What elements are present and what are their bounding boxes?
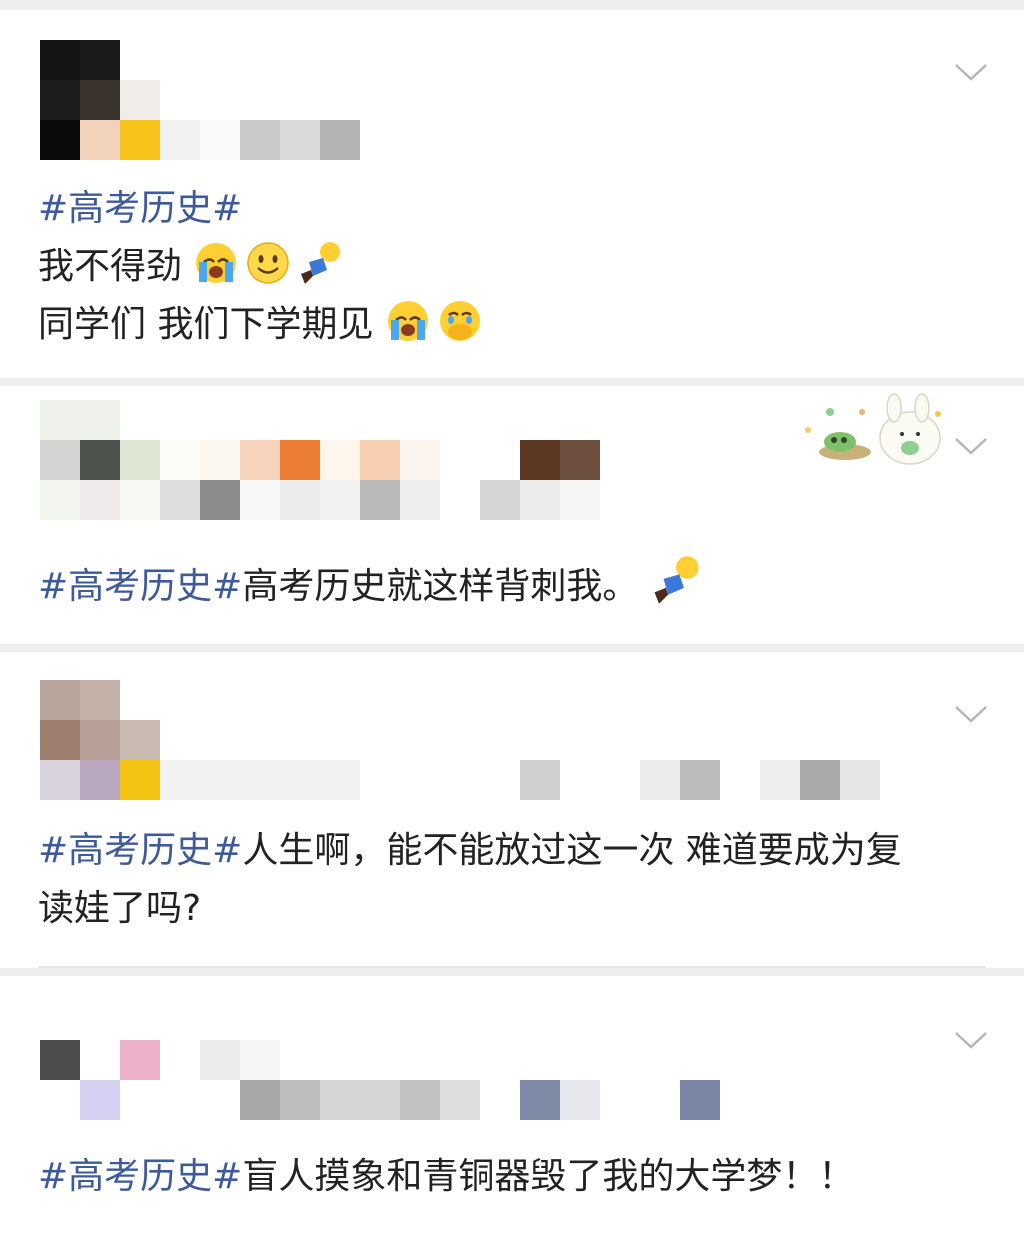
- avatar[interactable]: [40, 1040, 160, 1120]
- hashtag-link[interactable]: #高考历史#: [38, 830, 242, 871]
- bunny-sticker-icon: [805, 393, 941, 465]
- hashtag-link[interactable]: #高考历史#: [38, 566, 242, 607]
- post-4: #高考历史#盲人摸象和青铜器毁了我的大学梦！！: [0, 976, 1024, 1245]
- chevron-down-icon[interactable]: [954, 1030, 988, 1050]
- chevron-down-icon[interactable]: [954, 62, 988, 82]
- post-body-line2: 读娃了吗?: [38, 888, 202, 929]
- post-text: #高考历史# 我不得劲 同学们 我们下学期见: [38, 180, 489, 354]
- post-body: 人生啊，能不能放过这一次 难道要成为复: [242, 830, 902, 871]
- hashtag-link[interactable]: #高考历史#: [38, 188, 242, 229]
- post-text: #高考历史#盲人摸象和青铜器毁了我的大学梦！！: [38, 1148, 854, 1206]
- post-3: #高考历史#人生啊，能不能放过这一次 难道要成为复 读娃了吗?: [0, 652, 1024, 968]
- avatar[interactable]: [40, 40, 160, 160]
- avatar[interactable]: [40, 400, 160, 520]
- chevron-down-icon[interactable]: [954, 704, 988, 724]
- fallen-person-icon: [301, 242, 341, 284]
- post-1: #高考历史# 我不得劲 同学们 我们下学期见: [0, 10, 1024, 378]
- fallen-person-icon: [654, 556, 699, 604]
- smiley-face-icon: [247, 242, 290, 284]
- covering-mouth-face-icon: [439, 301, 480, 341]
- crying-face-icon: [387, 301, 428, 341]
- post-text: #高考历史#人生啊，能不能放过这一次 难道要成为复 读娃了吗?: [38, 822, 902, 938]
- username-blurred[interactable]: [200, 1040, 720, 1120]
- chevron-down-icon[interactable]: [954, 436, 988, 456]
- avatar[interactable]: [40, 680, 160, 800]
- post-text: #高考历史#高考历史就这样背刺我。: [38, 554, 708, 616]
- post-body: 高考历史就这样背刺我。: [242, 566, 639, 607]
- hashtag-link[interactable]: #高考历史#: [38, 1156, 242, 1197]
- post-line-2: 同学们 我们下学期见: [38, 304, 374, 345]
- post-line-1: 我不得劲: [38, 246, 183, 287]
- divider: [38, 966, 986, 968]
- username-blurred[interactable]: [160, 440, 600, 520]
- username-blurred[interactable]: [160, 120, 360, 160]
- post-body: 盲人摸象和青铜器毁了我的大学梦！！: [242, 1156, 855, 1197]
- post-2: #高考历史#高考历史就这样背刺我。: [0, 386, 1024, 644]
- username-blurred[interactable]: [160, 760, 880, 800]
- crying-face-icon: [196, 243, 237, 283]
